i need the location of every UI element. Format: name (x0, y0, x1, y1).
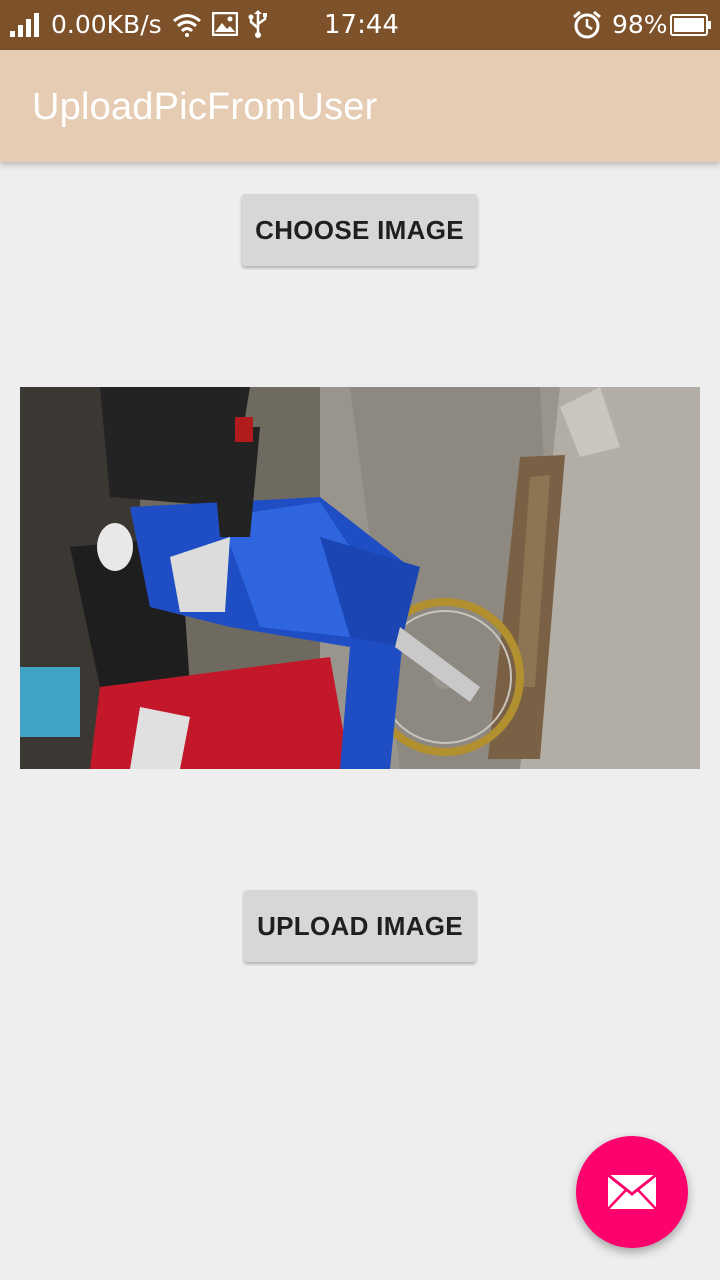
signal-icon (10, 13, 39, 37)
battery-percent: 98% (612, 10, 668, 39)
gallery-icon (212, 12, 238, 36)
app-title: UploadPicFromUser (32, 86, 378, 128)
battery-icon (670, 14, 711, 36)
app-bar: UploadPicFromUser (0, 50, 720, 162)
alarm-icon (573, 10, 601, 39)
mail-fab-button[interactable] (576, 1136, 688, 1248)
motorcycle-photo (20, 387, 700, 769)
clock: 17:44 (324, 10, 399, 40)
network-speed: 0.00KB/s (51, 10, 162, 39)
upload-image-button[interactable]: UPLOAD IMAGE (244, 890, 476, 962)
choose-image-button[interactable]: CHOOSE IMAGE (242, 194, 477, 266)
mail-icon (607, 1174, 657, 1210)
status-bar: 0.00KB/s 17:44 98% (0, 0, 720, 50)
app-screen: 0.00KB/s 17:44 98% UploadPicFromUser CHO… (0, 0, 720, 1280)
usb-icon (248, 10, 267, 38)
image-preview (20, 387, 700, 769)
wifi-icon (173, 14, 201, 37)
